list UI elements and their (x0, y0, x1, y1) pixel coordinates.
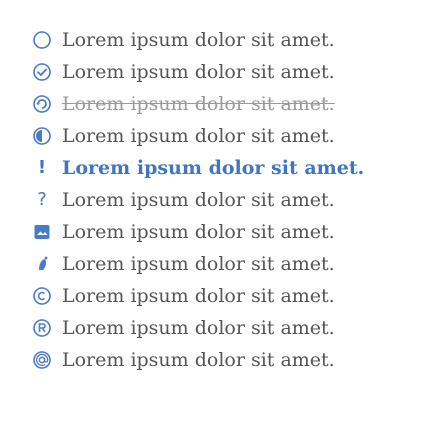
circle-outline-icon (32, 30, 52, 50)
list-item-label: Lorem ipsum dolor sit amet. (62, 349, 335, 371)
question-icon: ? (37, 189, 47, 210)
bell-tilt-icon (32, 254, 52, 274)
icon-list: Lorem ipsum dolor sit amet. Lorem ipsum … (0, 0, 444, 437)
list-item-label: Lorem ipsum dolor sit amet. (62, 189, 335, 211)
list-item-label: Lorem ipsum dolor sit amet. (62, 61, 335, 83)
list-item-label: Lorem ipsum dolor sit amet. (62, 93, 335, 115)
half-circle-icon (32, 126, 52, 146)
list-item-label: Lorem ipsum dolor sit amet. (62, 285, 335, 307)
list-item-label: Lorem ipsum dolor sit amet. (62, 29, 335, 51)
exclamation-icon: ! (37, 157, 47, 178)
image-box-icon (32, 222, 52, 242)
at-circle-icon (32, 350, 52, 370)
list-item-label: Lorem ipsum dolor sit amet. (62, 253, 335, 275)
list-item-label: Lorem ipsum dolor sit amet. (62, 317, 335, 339)
list-item-label: Lorem ipsum dolor sit amet. (62, 125, 335, 147)
list-item-label: Lorem ipsum dolor sit amet. (62, 221, 335, 243)
list-item-label: Lorem ipsum dolor sit amet. (62, 157, 365, 179)
copyright-circle-icon (32, 286, 52, 306)
check-circle-icon (32, 62, 52, 82)
refresh-circle-icon (32, 94, 52, 114)
registered-circle-icon (32, 318, 52, 338)
